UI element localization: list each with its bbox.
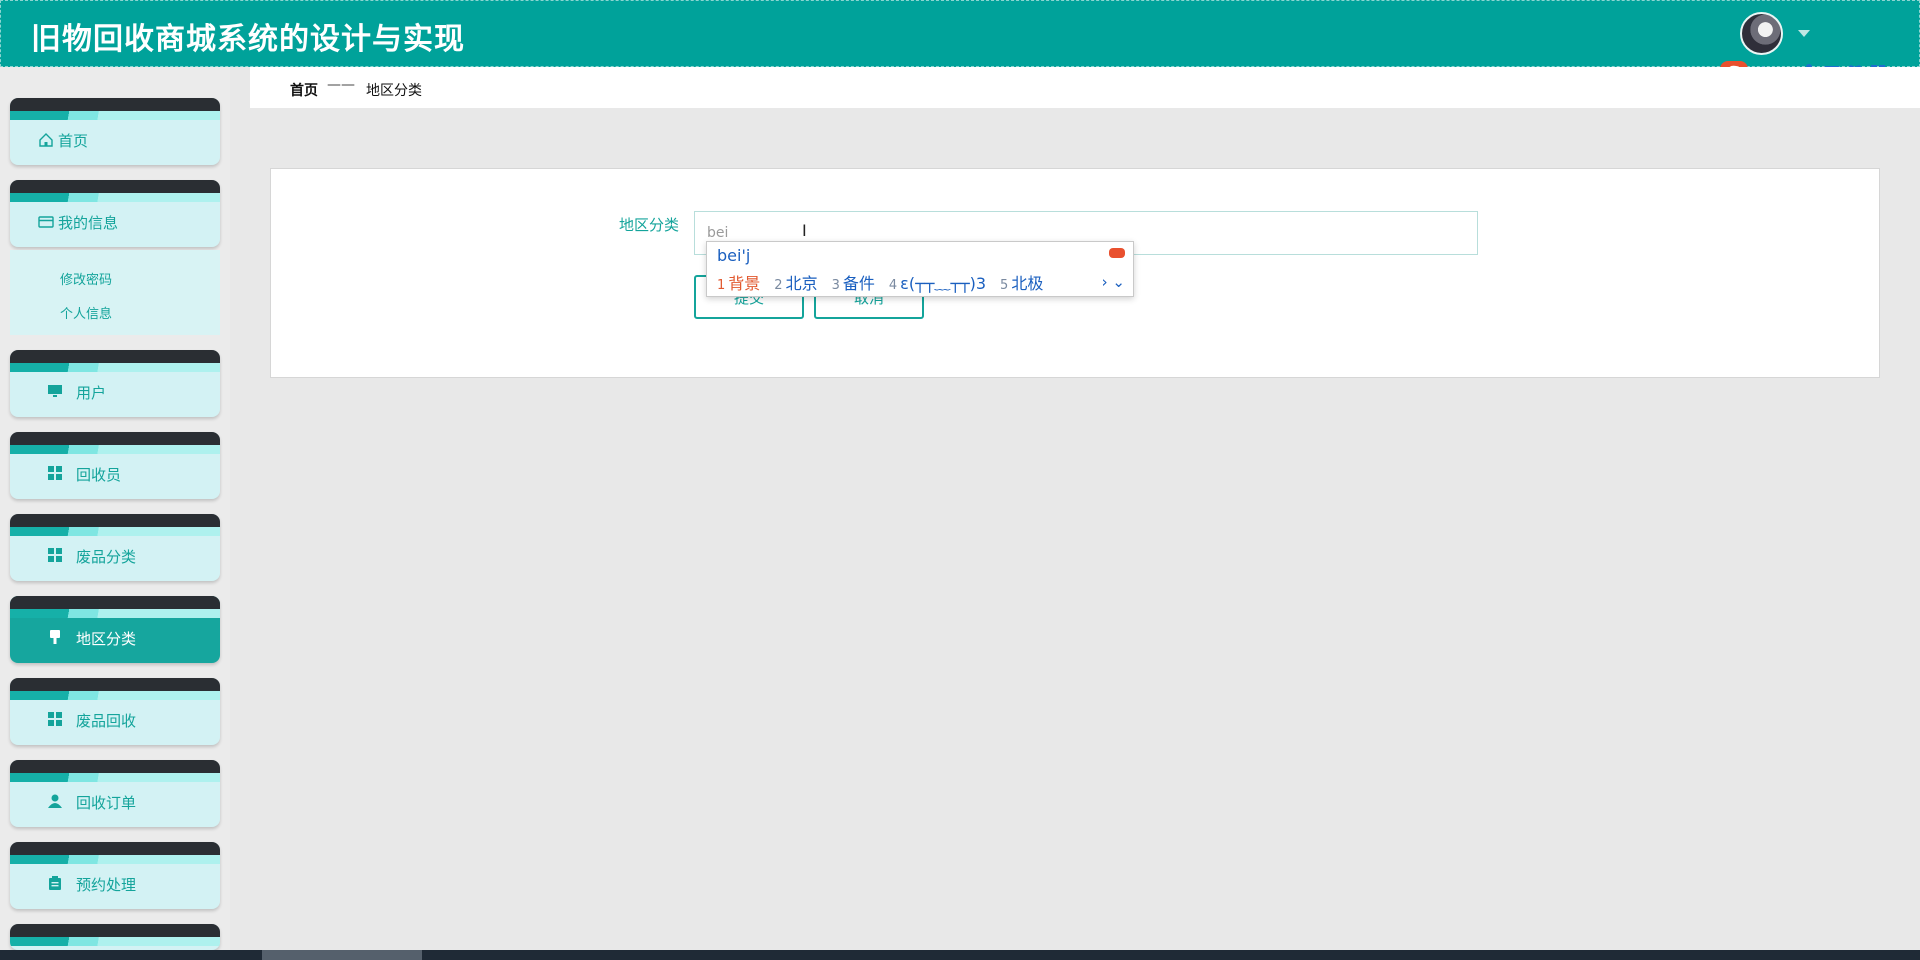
sidebar-item-label: 预约处理 [76, 876, 137, 894]
sidebar-item-booking-processing[interactable]: 预约处理 [10, 842, 220, 909]
ime-candidate[interactable]: 2 北京 [774, 270, 817, 294]
top-header: 旧物回收商城系统的设计与实现 [0, 0, 1920, 67]
ime-candidate[interactable]: 1 背景 [717, 270, 760, 294]
ime-composition-text: bei'j [717, 246, 751, 265]
ime-candidate-list: 1 背景 2 北京 3 备件 4 ε(┬┬﹏┬┬)3 5 北极 [717, 270, 1043, 294]
sidebar-item-label: 回收员 [76, 466, 122, 484]
sidebar-item-users[interactable]: 用户 [10, 350, 220, 417]
ime-candidate[interactable]: 4 ε(┬┬﹏┬┬)3 [889, 270, 986, 294]
sidebar: 首页 我的信息 修改密码 个人信息 用户 回收员 废品分类 地区分类 废品回收 … [0, 67, 230, 950]
app-title: 旧物回收商城系统的设计与实现 [31, 22, 465, 57]
sidebar-item-label: 首页 [58, 132, 89, 150]
region-category-label: 地区分类 [619, 216, 680, 234]
chevron-down-icon[interactable] [1798, 30, 1810, 37]
sidebar-item-label: 废品分类 [76, 548, 137, 566]
my-info-submenu: 修改密码 个人信息 [10, 250, 220, 335]
sidebar-item-label: 废品回收 [76, 712, 137, 730]
sidebar-item-region-category[interactable]: 地区分类 [10, 596, 220, 663]
user-avatar[interactable] [1740, 12, 1783, 55]
breadcrumb-separator: —— [327, 77, 355, 93]
ime-candidate[interactable]: 3 备件 [832, 270, 875, 294]
ime-candidate[interactable]: 5 北极 [1000, 270, 1043, 294]
sidebar-item-label: 我的信息 [58, 214, 119, 232]
pin-icon [47, 630, 63, 646]
taskbar [0, 950, 1920, 960]
breadcrumb-current: 地区分类 [366, 83, 422, 99]
sidebar-item-label: 地区分类 [76, 630, 137, 648]
sidebar-item-home[interactable]: 首页 [10, 98, 220, 165]
sidebar-item-recycle-orders[interactable]: 回收订单 [10, 760, 220, 827]
breadcrumb-home[interactable]: 首页 [290, 80, 318, 100]
sidebar-item-collectors[interactable]: 回收员 [10, 432, 220, 499]
card-icon [38, 214, 54, 230]
ime-candidate-popup: bei'j 1 背景 2 北京 3 备件 4 ε(┬┬﹏┬┬)3 5 北极 › ⌄ [706, 241, 1134, 297]
ime-next-page-icon[interactable]: › ⌄ [1102, 273, 1125, 291]
clipboard-icon [47, 876, 63, 892]
ime-skin-icon[interactable] [1109, 248, 1125, 258]
sidebar-item-waste-category[interactable]: 废品分类 [10, 514, 220, 581]
grid-icon [47, 548, 63, 564]
submenu-personal-info[interactable]: 个人信息 [60, 303, 112, 322]
text-cursor-icon: I [802, 221, 807, 240]
sidebar-item-partial[interactable] [10, 924, 220, 950]
sidebar-item-label: 回收订单 [76, 794, 137, 812]
taskbar-item[interactable] [262, 950, 422, 960]
grid-icon [47, 466, 63, 482]
user-icon [47, 794, 63, 810]
submenu-change-password[interactable]: 修改密码 [60, 269, 112, 288]
monitor-icon [47, 384, 63, 400]
sidebar-item-label: 用户 [76, 384, 107, 402]
sidebar-item-waste-recycling[interactable]: 废品回收 [10, 678, 220, 745]
sidebar-item-my-info[interactable]: 我的信息 [10, 180, 220, 247]
grid-icon [47, 712, 63, 728]
home-icon [38, 132, 54, 148]
breadcrumb: 首页 —— 地区分类 [250, 67, 1920, 108]
